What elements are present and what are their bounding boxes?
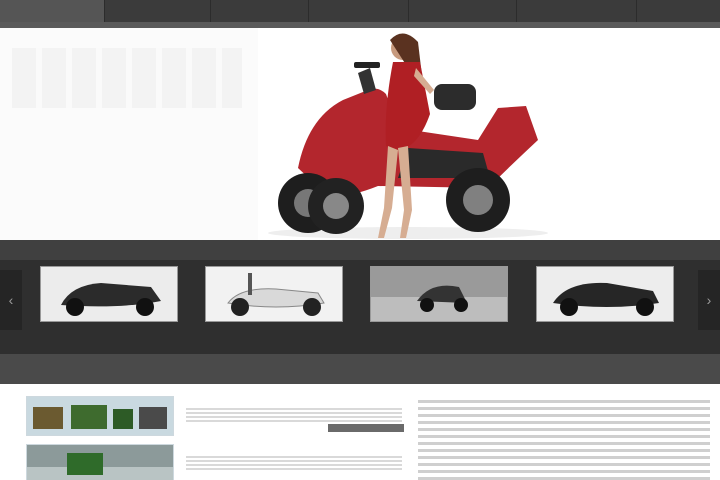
- model-gallery: ‹ ›: [0, 240, 720, 354]
- news-section-title: [0, 354, 406, 384]
- hero-side-watermark: [12, 48, 242, 108]
- nav-item-home[interactable]: [104, 0, 210, 22]
- nav-item-about[interactable]: [210, 0, 308, 22]
- news-excerpt: [186, 408, 402, 422]
- news-read-more-button[interactable]: [328, 424, 404, 432]
- gallery-thumb[interactable]: [370, 266, 508, 322]
- site-logo[interactable]: [0, 0, 104, 22]
- news-item: [0, 438, 406, 480]
- hero-slider[interactable]: [258, 28, 720, 240]
- news-excerpt: [186, 456, 402, 470]
- nav-item-services[interactable]: [308, 0, 408, 22]
- hero-scooter-image: [268, 33, 548, 239]
- about-text-block: [418, 400, 710, 480]
- news-thumbnail[interactable]: [26, 396, 174, 436]
- gallery-thumb[interactable]: [536, 266, 674, 322]
- top-navigation: [0, 0, 720, 22]
- about-section-title: [406, 354, 720, 384]
- gallery-prev-arrow-icon[interactable]: ‹: [0, 270, 22, 330]
- gallery-heading: [0, 240, 720, 260]
- news-item: [0, 390, 406, 438]
- nav-item-products[interactable]: [408, 0, 516, 22]
- gallery-next-arrow-icon[interactable]: ›: [698, 270, 720, 330]
- gallery-thumb[interactable]: [205, 266, 343, 322]
- nav-item-faq[interactable]: [516, 0, 636, 22]
- nav-item-contacts[interactable]: [636, 0, 720, 22]
- hero-side-panel: [0, 28, 258, 240]
- news-thumbnail[interactable]: [26, 444, 174, 480]
- gallery-thumb[interactable]: [40, 266, 178, 322]
